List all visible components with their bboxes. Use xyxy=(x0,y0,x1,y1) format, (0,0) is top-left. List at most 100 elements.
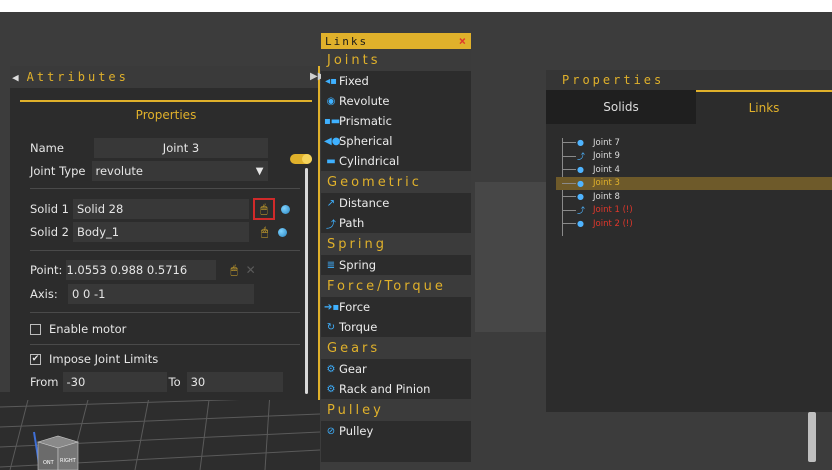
attributes-title: Attributes xyxy=(26,70,129,84)
tree-item-joint-3[interactable]: ● Joint 3 xyxy=(556,176,832,190)
triangle-left-icon[interactable]: ◀ xyxy=(12,71,19,84)
category-force-torque: Force/Torque xyxy=(321,275,471,297)
menu-item-distance[interactable]: ↗ Distance xyxy=(321,193,471,213)
name-label: Name xyxy=(30,141,64,155)
category-gears: Gears xyxy=(321,337,471,359)
name-value: Joint 3 xyxy=(162,141,200,155)
tab-links[interactable]: Links xyxy=(696,90,832,124)
tree-item-joint-4[interactable]: ● Joint 4 xyxy=(546,163,832,177)
joint-type-value: revolute xyxy=(95,164,143,178)
menu-item-path[interactable]: ⤴ Path xyxy=(321,213,471,233)
menu-item-spherical[interactable]: ◀● Spherical xyxy=(321,131,471,151)
globe-icon[interactable] xyxy=(281,204,290,214)
attributes-header[interactable]: ◀ Attributes xyxy=(10,66,318,88)
menu-item-pulley[interactable]: ⊘ Pulley xyxy=(321,421,471,441)
menu-item-label: Force xyxy=(339,300,371,314)
joint-toggle[interactable] xyxy=(290,154,312,164)
tree-item-label: Joint 9 xyxy=(593,151,620,162)
menu-item-fixed[interactable]: ◂▪ Fixed xyxy=(321,71,471,91)
gear-icon: ⚙ xyxy=(326,363,336,375)
point-field[interactable]: 1.0553 0.988 0.5716 xyxy=(66,260,217,280)
from-field[interactable]: -30 xyxy=(62,372,167,392)
tree-item-joint-1[interactable]: ⤴ Joint 1 (!) xyxy=(546,204,832,218)
menu-item-label: Cylindrical xyxy=(339,154,400,168)
menu-item-label: Distance xyxy=(339,196,390,210)
scrollbar[interactable] xyxy=(305,168,308,394)
tree-item-joint-8[interactable]: ● Joint 8 xyxy=(546,190,832,204)
fixed-icon: ◂▪ xyxy=(325,75,337,87)
menu-item-spring[interactable]: ≣ Spring xyxy=(321,255,471,275)
pulley-icon: ⊘ xyxy=(326,425,336,437)
cylindrical-icon: ▬ xyxy=(326,155,336,167)
path-icon: ⤴ xyxy=(577,205,585,215)
tree-item-label: Joint 4 xyxy=(593,164,620,175)
solid1-value: Solid 28 xyxy=(77,202,124,216)
menu-item-revolute[interactable]: ◉ Revolute xyxy=(321,91,471,111)
links-menu-title: Links xyxy=(325,34,369,48)
rack-pinion-icon: ⚙ xyxy=(326,383,336,395)
menu-item-label: Revolute xyxy=(339,94,390,108)
enable-motor-label: Enable motor xyxy=(49,322,127,336)
menu-item-cylindrical[interactable]: ▬ Cylindrical xyxy=(321,151,471,171)
point-value: 1.0553 0.988 0.5716 xyxy=(66,263,188,277)
menu-item-label: Rack and Pinion xyxy=(339,382,431,396)
menu-item-gear[interactable]: ⚙ Gear xyxy=(321,359,471,379)
spring-icon: ≣ xyxy=(326,259,336,271)
solid2-value: Body_1 xyxy=(77,225,120,239)
solid2-label: Solid 2 xyxy=(30,225,69,239)
tree-item-label: Joint 1 (!) xyxy=(593,205,633,216)
viewcube-front-label: ONT xyxy=(43,460,55,466)
category-joints: Joints xyxy=(321,49,471,71)
close-icon[interactable]: × xyxy=(459,34,466,48)
to-value: 30 xyxy=(190,375,206,389)
torque-icon: ↻ xyxy=(326,321,336,333)
enable-motor-checkbox[interactable] xyxy=(30,323,41,335)
view-cube[interactable]: ONT RIGHT xyxy=(34,434,80,470)
menu-item-label: Pulley xyxy=(339,424,374,438)
tree-item-label: Joint 7 xyxy=(593,137,620,148)
divider xyxy=(30,312,300,313)
category-spring: Spring xyxy=(321,233,471,255)
divider xyxy=(30,188,300,189)
pick-cursor-icon[interactable]: 🖱 xyxy=(253,198,275,220)
close-icon[interactable]: ✕ xyxy=(246,263,256,277)
name-field[interactable]: Joint 3 xyxy=(94,138,268,158)
joint-icon: ● xyxy=(577,165,584,175)
tree-item-joint-7[interactable]: ● Joint 7 xyxy=(546,136,832,150)
menu-item-label: Prismatic xyxy=(339,114,392,128)
properties-tabs: Solids Links xyxy=(546,90,832,124)
path-icon: ⤴ xyxy=(577,151,585,161)
joint-icon: ● xyxy=(577,178,584,188)
tree-item-label: Joint 2 (!) xyxy=(593,218,633,229)
pick-cursor-icon[interactable]: 🖱 xyxy=(230,263,237,278)
axis-value: 0 0 -1 xyxy=(72,287,106,301)
joint-type-select[interactable]: revolute ▼ xyxy=(91,161,268,181)
solid2-field[interactable]: Body_1 xyxy=(73,222,249,242)
menu-item-torque[interactable]: ↻ Torque xyxy=(321,317,471,337)
to-field[interactable]: 30 xyxy=(186,372,283,392)
impose-limits-checkbox[interactable]: ✔ xyxy=(30,353,41,365)
menu-item-label: Fixed xyxy=(339,74,369,88)
impose-limits-label: Impose Joint Limits xyxy=(49,352,159,366)
menu-item-force[interactable]: ➔▪ Force xyxy=(321,297,471,317)
force-icon: ➔▪ xyxy=(324,301,340,313)
links-menu: Links × Joints ◂▪ Fixed ◉ Revolute ▪▬ Prism… xyxy=(321,33,471,462)
menu-item-rack-and-pinion[interactable]: ⚙ Rack and Pinion xyxy=(321,379,471,399)
tab-solids[interactable]: Solids xyxy=(546,90,696,124)
globe-icon[interactable] xyxy=(278,227,288,237)
menu-item-label: Spring xyxy=(339,258,377,272)
scene-object-leg xyxy=(808,412,816,462)
axis-label: Axis: xyxy=(30,287,58,301)
pick-cursor-icon[interactable]: 🖱 xyxy=(261,225,268,240)
menu-item-label: Torque xyxy=(339,320,378,334)
tree-item-joint-2[interactable]: ● Joint 2 (!) xyxy=(546,217,832,231)
tab-properties[interactable]: Properties xyxy=(20,100,312,128)
from-value: -30 xyxy=(66,375,86,389)
solid1-field[interactable]: Solid 28 xyxy=(73,199,249,219)
tree-item-joint-9[interactable]: ⤴ Joint 9 xyxy=(546,150,832,164)
chevron-down-icon: ▼ xyxy=(255,165,264,177)
joint-icon: ● xyxy=(577,192,584,202)
revolute-icon: ◉ xyxy=(326,95,336,107)
menu-item-prismatic[interactable]: ▪▬ Prismatic xyxy=(321,111,471,131)
axis-field[interactable]: 0 0 -1 xyxy=(68,284,254,304)
